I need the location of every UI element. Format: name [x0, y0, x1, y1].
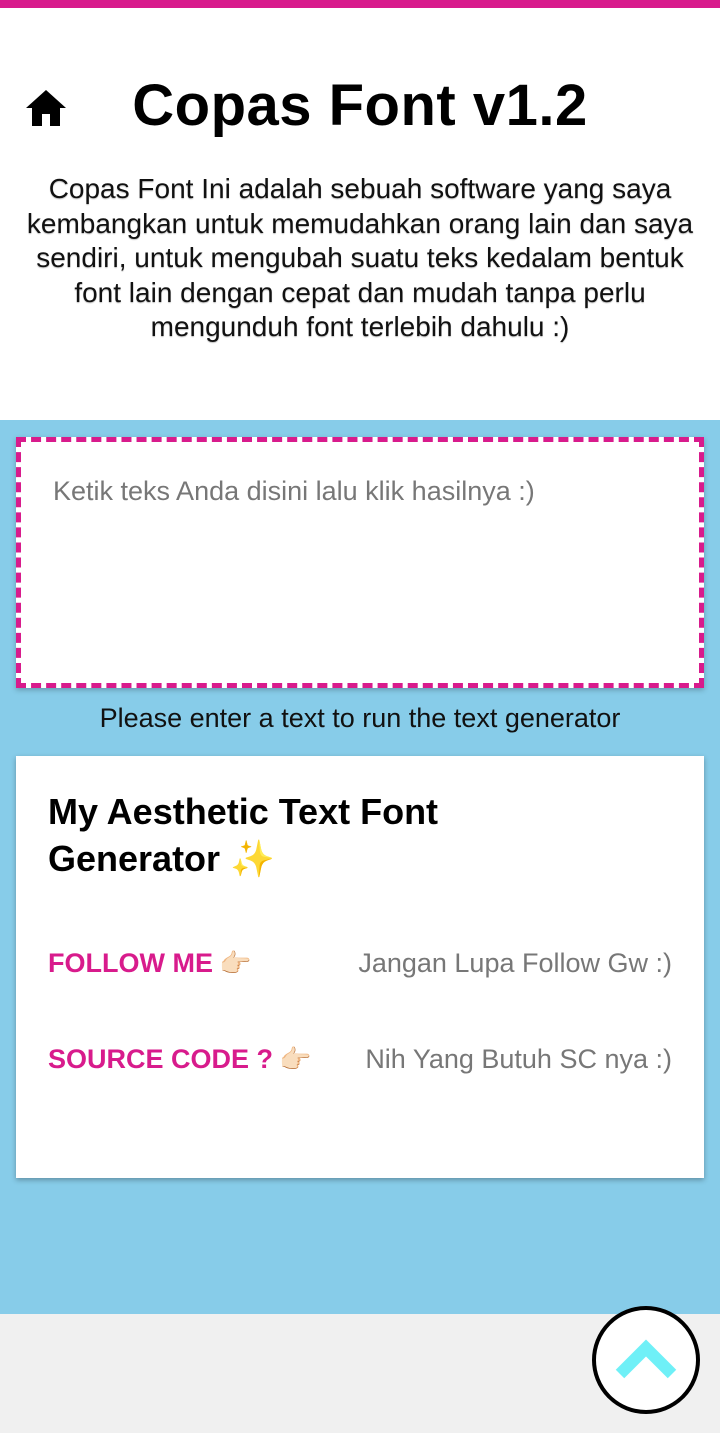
source-code-row: SOURCE CODE ? 👉🏻 Nih Yang Butuh SC nya :) — [48, 1044, 672, 1084]
source-code-label: SOURCE CODE ? — [48, 1044, 274, 1074]
text-input[interactable] — [21, 442, 699, 683]
follow-me-label: FOLLOW ME — [48, 948, 213, 978]
sparkles-icon: ✨ — [230, 838, 275, 879]
follow-me-row: FOLLOW ME 👉🏻 Jangan Lupa Follow Gw :) — [48, 948, 672, 988]
scroll-to-top-button[interactable] — [592, 1306, 700, 1414]
source-code-link[interactable]: SOURCE CODE ? 👉🏻 — [48, 1044, 311, 1075]
page-title: Copas Font v1.2 — [0, 72, 720, 139]
follow-me-value: Jangan Lupa Follow Gw :) — [358, 948, 672, 978]
top-accent-strip — [0, 0, 720, 8]
pointing-hand-icon: 👉🏻 — [218, 948, 252, 978]
pointing-hand-icon: 👉🏻 — [279, 1044, 312, 1074]
status-message: Please enter a text to run the text gene… — [99, 703, 621, 733]
source-code-value: Nih Yang Butuh SC nya :) — [365, 1044, 672, 1074]
chevron-up-icon — [615, 1339, 677, 1379]
page-title-text: Copas Font v1.2 — [132, 73, 588, 138]
text-input-box — [16, 437, 704, 688]
follow-me-link[interactable]: FOLLOW ME 👉🏻 — [48, 948, 251, 979]
intro-description: Copas Font Ini adalah sebuah software ya… — [26, 173, 694, 342]
info-card: My Aesthetic Text Font Generator ✨ FOLLO… — [16, 756, 704, 1178]
card-title: My Aesthetic Text Font Generator ✨ — [48, 788, 518, 882]
